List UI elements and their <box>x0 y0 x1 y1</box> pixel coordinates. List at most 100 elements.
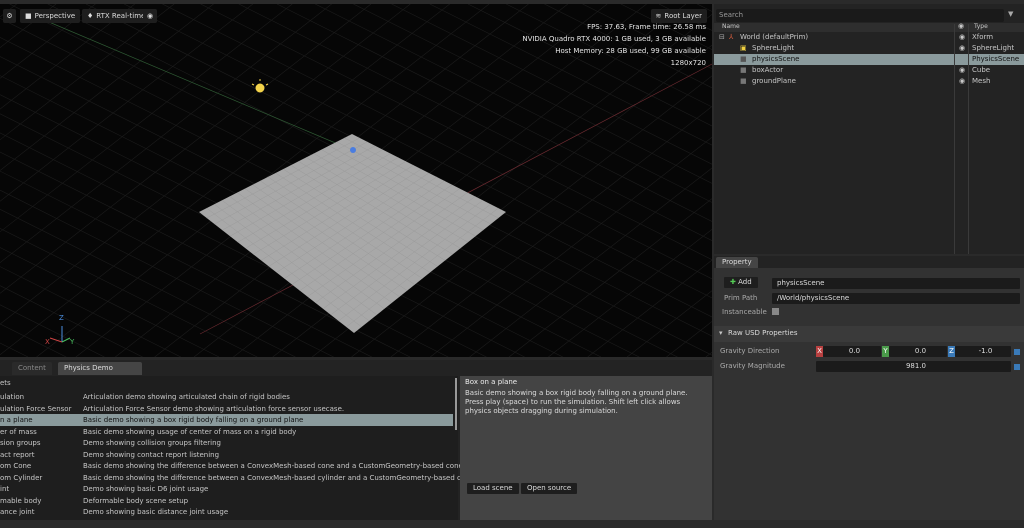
demo-row[interactable]: int Demo showing basic D6 joint usage <box>0 483 453 495</box>
demo-row[interactable]: ulation Articulation demo showing articul… <box>0 391 453 403</box>
tree-row-physicsscene[interactable]: ■ physicsScene PhysicsScene <box>714 54 1024 65</box>
prim-path-label: Prim Path <box>724 294 758 302</box>
bottom-panel: Content Physics Demo Scenes ets ulation A… <box>0 360 712 520</box>
cube-icon: ■ <box>740 66 747 74</box>
collapse-icon[interactable]: ⊟ <box>719 32 725 43</box>
root-layer-button[interactable]: ≋ Root Layer <box>650 9 707 23</box>
tree-row-world[interactable]: ⊟ ⅄ World (defaultPrim) ◉ Xform <box>714 32 1024 43</box>
demo-row[interactable]: ance joint Demo showing basic distance jo… <box>0 506 453 518</box>
demo-name: n a plane <box>0 416 33 424</box>
demo-row[interactable]: om Cone Basic demo showing the difference… <box>0 460 463 472</box>
detail-title: Box on a plane <box>465 378 518 386</box>
demo-name: act report <box>0 450 35 459</box>
gravity-magnitude-label: Gravity Magnitude <box>720 362 785 370</box>
column-divider <box>954 24 955 254</box>
eye-icon: ◉ <box>146 12 154 20</box>
demo-name: ulation <box>0 393 25 401</box>
light-icon: ▣ <box>740 44 747 52</box>
detail-text: Basic demo showing a box rigid body fall… <box>465 389 688 415</box>
section-title: Raw USD Properties <box>728 329 798 337</box>
grid-line <box>587 259 712 357</box>
grid-line <box>0 4 214 171</box>
prim-name-field[interactable]: physicsScene <box>772 278 1020 289</box>
prim-path-field[interactable]: /World/physicsScene <box>772 293 1020 304</box>
box-actor <box>350 147 356 153</box>
settings-button[interactable]: ⚙ <box>3 9 16 23</box>
demo-row[interactable]: om Cylinder Basic demo showing the differ… <box>0 472 485 484</box>
gravity-x-field[interactable]: 0.0 <box>823 346 881 357</box>
grid-line <box>0 266 181 357</box>
tab-content[interactable]: Content <box>12 362 52 375</box>
camera-icon: ■ <box>25 12 32 20</box>
gravity-direction-label: Gravity Direction <box>720 347 780 355</box>
demo-description: Demo showing basic D6 joint usage <box>83 485 209 493</box>
add-label: Add <box>738 278 752 286</box>
open-source-button[interactable]: Open source <box>521 483 578 494</box>
demo-name: om Cylinder <box>0 473 43 482</box>
demo-description: Demo showing collision groups filtering <box>83 439 221 447</box>
search-input[interactable]: Search <box>716 9 1004 22</box>
visibility-button[interactable]: ◉ <box>143 9 157 23</box>
demo-name: mable body <box>0 496 42 505</box>
viewport[interactable]: Z X Y ⚙ ■ Perspective ♦ RTX Real-time ◉ ≋ R… <box>0 4 712 357</box>
xform-icon: ⅄ <box>729 33 734 41</box>
add-button[interactable]: ✚ Add <box>724 277 758 288</box>
eye-icon[interactable]: ◉ <box>959 76 965 87</box>
load-scene-button[interactable]: Load scene <box>467 483 519 494</box>
tab-physics-demo-scenes[interactable]: Physics Demo Scenes <box>58 362 142 385</box>
demo-name: sion groups <box>0 439 41 447</box>
z-badge: Z <box>948 346 955 357</box>
fps-stat: FPS: 37.63, Frame time: 26.58 ms <box>587 23 706 31</box>
col-name: Name <box>722 23 740 30</box>
scrollbar[interactable] <box>455 378 457 430</box>
demo-description: Basic demo showing the difference betwee… <box>83 462 463 470</box>
gravity-y-field[interactable]: 0.0 <box>889 346 947 357</box>
axis-gizmo <box>49 326 71 343</box>
demo-description: Basic demo showing the difference betwee… <box>83 473 485 482</box>
gravity-magnitude-default[interactable] <box>1014 364 1020 370</box>
gravity-direction-default[interactable] <box>1014 349 1020 355</box>
prim-icon: ■ <box>740 55 747 63</box>
y-badge: Y <box>882 346 889 357</box>
gravity-magnitude-field[interactable]: 981.0 <box>816 361 1011 372</box>
raw-usd-section[interactable]: ▾ Raw USD Properties <box>714 326 1024 342</box>
prim-name: boxActor <box>752 66 784 74</box>
camera-button[interactable]: ■ Perspective <box>20 9 81 23</box>
eye-icon[interactable]: ◉ <box>959 65 965 76</box>
demo-row[interactable]: mable body Deformable body scene setup <box>0 495 453 507</box>
sphere-light-icon <box>251 79 269 93</box>
demo-row[interactable]: ulation Force Sensor Articulation Force S… <box>0 403 453 415</box>
tab-property[interactable]: Property <box>716 257 758 268</box>
axis-x-label: X <box>45 338 50 346</box>
demo-name: er of mass <box>0 427 37 436</box>
camera-label: Perspective <box>34 12 76 20</box>
eye-icon[interactable]: ◉ <box>959 43 965 54</box>
tree-row-groundplane[interactable]: ■ groundPlane ◉ Mesh <box>714 76 1024 87</box>
demo-description: Articulation demo showing articulated ch… <box>83 393 290 401</box>
demo-name: ulation Force Sensor <box>0 404 72 413</box>
prim-name: World (defaultPrim) <box>740 33 809 41</box>
tree-row-boxactor[interactable]: ■ boxActor ◉ Cube <box>714 65 1024 76</box>
demo-row[interactable]: er of mass Basic demo showing usage of ce… <box>0 426 453 438</box>
triangle-down-icon: ▾ <box>719 329 723 337</box>
layers-icon: ≋ <box>655 12 662 20</box>
demo-row[interactable]: n a plane Basic demo showing a box rigid … <box>0 414 453 426</box>
demo-row[interactable]: sion groups Demo showing collision groups… <box>0 437 453 449</box>
grid-line <box>626 290 712 357</box>
tree-row-spherelight[interactable]: ▣ SphereLight ◉ SphereLight <box>714 43 1024 54</box>
prim-type: PhysicsScene <box>972 55 1020 63</box>
x-badge: X <box>816 346 823 357</box>
eye-icon[interactable]: ◉ <box>959 32 965 43</box>
resolution-stat: 1280x720 <box>670 59 706 67</box>
category-header: ets <box>0 379 11 387</box>
gravity-z-field[interactable]: -1.0 <box>955 346 1011 357</box>
axis-z-label: Z <box>59 314 64 322</box>
demo-row[interactable]: act report Demo showing contact report li… <box>0 449 453 461</box>
instanceable-checkbox[interactable] <box>772 308 779 315</box>
render-label: RTX Real-time <box>96 12 146 20</box>
filter-icon[interactable]: ▼ <box>1008 10 1013 18</box>
prim-type: Xform <box>972 33 994 41</box>
column-divider <box>968 24 969 254</box>
demo-detail: Box on a plane Basic demo showing a box … <box>460 376 712 520</box>
render-mode-button[interactable]: ♦ RTX Real-time <box>82 9 151 23</box>
